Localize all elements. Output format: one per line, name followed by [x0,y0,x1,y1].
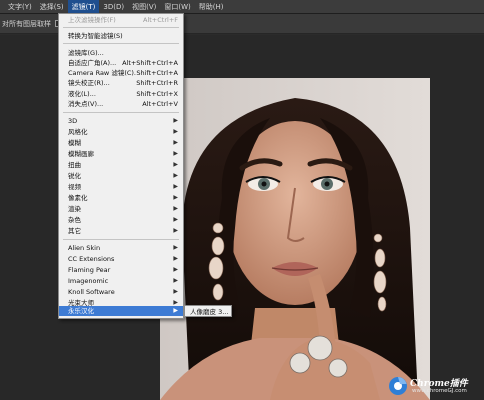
menu-item-distort[interactable]: 扭曲 ▶ [59,160,183,170]
menu-item-liquify[interactable]: 液化(L)... Shift+Ctrl+X [59,89,183,99]
menu-item-vanishing-point[interactable]: 消失点(V)... Alt+Ctrl+V [59,99,183,109]
menu-select[interactable]: 选择(S) [36,0,68,14]
menu-item-stylize[interactable]: 风格化 ▶ [59,127,183,137]
submenu-arrow-icon: ▶ [173,128,178,135]
menu-item-adaptive-wide-angle[interactable]: 自适应广角(A)... Alt+Shift+Ctrl+A [59,58,183,68]
menu-type[interactable]: 文字(Y) [4,0,36,14]
menu-filter[interactable]: 滤镜(T) [67,0,100,14]
menu-item-alien-skin[interactable]: Alien Skin ▶ [59,243,183,253]
portrait-photo[interactable] [160,78,430,400]
menu-help[interactable]: 帮助(H) [195,0,228,14]
menu-item-cc-extensions[interactable]: CC Extensions ▶ [59,254,183,264]
filter-menu: 上次滤镜操作(F) Alt+Ctrl+F 转换为智能滤镜(S) 滤镜库(G)...… [58,13,184,319]
menu-item-blur-gallery[interactable]: 模糊画廊 ▶ [59,149,183,159]
submenu-arrow-icon: ▶ [173,216,178,223]
chrome-logo-icon [389,377,407,395]
menu-item-filter-gallery[interactable]: 滤镜库(G)... [59,48,183,58]
menu-bar: 文字(Y) 选择(S) 滤镜(T) 3D(D) 视图(V) 窗口(W) 帮助(H… [0,0,484,14]
menu-view[interactable]: 视图(V) [128,0,160,14]
menu-item-sharpen[interactable]: 锐化 ▶ [59,171,183,181]
menu-item-convert-smart-filter[interactable]: 转换为智能滤镜(S) [59,31,183,41]
sample-all-layers-label: 对所有图层取样 [2,19,51,28]
submenu-arrow-icon: ▶ [173,194,178,201]
submenu-arrow-icon: ▶ [173,244,178,251]
menu-separator [63,239,179,240]
submenu-arrow-icon: ▶ [173,307,178,314]
yongle-submenu: 人像磨皮 3... [184,305,232,317]
menu-item-render[interactable]: 渲染 ▶ [59,204,183,214]
menu-item-blur[interactable]: 模糊 ▶ [59,138,183,148]
submenu-arrow-icon: ▶ [173,117,178,124]
watermark-url: www.chromeGJ.com [412,388,467,394]
menu-separator [63,43,179,44]
menu-item-last-filter: 上次滤镜操作(F) Alt+Ctrl+F [68,16,178,24]
submenu-arrow-icon: ▶ [173,277,178,284]
menu-separator [63,27,179,28]
menu-item-pixelate[interactable]: 像素化 ▶ [59,193,183,203]
menu-item-lens-correction[interactable]: 镜头校正(R)... Shift+Ctrl+R [59,78,183,88]
submenu-arrow-icon: ▶ [173,288,178,295]
menu-item-other[interactable]: 其它 ▶ [59,226,183,236]
menu-item-camera-raw[interactable]: Camera Raw 滤镜(C)... Shift+Ctrl+A [59,68,183,78]
submenu-item-portrait-retouch[interactable]: 人像磨皮 3... [190,306,228,316]
submenu-arrow-icon: ▶ [173,150,178,157]
menu-item-noise[interactable]: 杂色 ▶ [59,215,183,225]
submenu-arrow-icon: ▶ [173,139,178,146]
portrait-image [160,78,430,400]
menu-item-video[interactable]: 视频 ▶ [59,182,183,192]
submenu-arrow-icon: ▶ [173,205,178,212]
menu-3d[interactable]: 3D(D) [99,0,128,14]
menu-item-yongle-hanhua[interactable]: 永乐汉化 ▶ [59,306,183,316]
menu-window[interactable]: 窗口(W) [160,0,194,14]
menu-item-knoll-software[interactable]: Knoll Software ▶ [59,287,183,297]
menu-item-flaming-pear[interactable]: Flaming Pear ▶ [59,265,183,275]
chrome-plugin-watermark: Chrome插件 www.chromeGJ.com [388,374,482,398]
submenu-arrow-icon: ▶ [173,161,178,168]
menu-item-3d[interactable]: 3D ▶ [59,116,183,126]
submenu-arrow-icon: ▶ [173,183,178,190]
menu-item-imagenomic[interactable]: Imagenomic ▶ [59,276,183,286]
submenu-arrow-icon: ▶ [173,266,178,273]
submenu-arrow-icon: ▶ [173,172,178,179]
menu-separator [63,112,179,113]
submenu-arrow-icon: ▶ [173,227,178,234]
submenu-arrow-icon: ▶ [173,255,178,262]
